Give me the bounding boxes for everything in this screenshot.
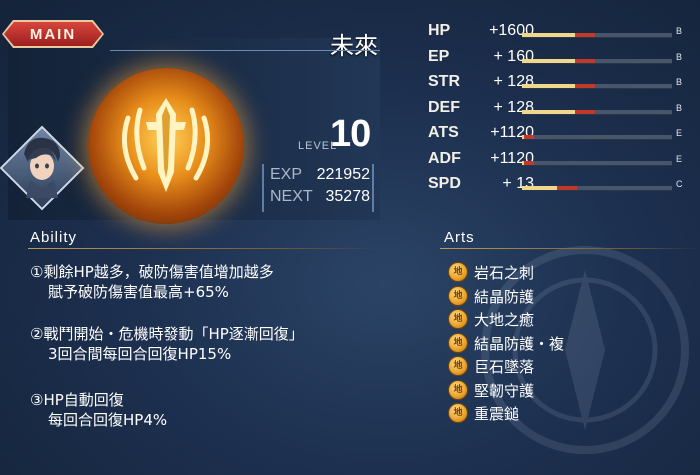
art-item[interactable]: 地岩石之刺 [448, 260, 608, 282]
stat-bar-bonus [575, 109, 595, 114]
stat-grade: B [676, 26, 683, 36]
stat-bar-bonus [575, 33, 595, 37]
ability-detail: 賦予破防傷害值最高+65% [48, 283, 229, 301]
stat-name: STR [428, 73, 460, 90]
stat-name: HP [428, 22, 451, 39]
art-name: 大地之癒 [474, 311, 535, 329]
stat-grade: B [676, 51, 683, 62]
stat-row-ats: ATS +1120 E [422, 122, 694, 146]
next-label: NEXT [270, 188, 313, 205]
stat-bar [522, 109, 672, 115]
ability-item: ①剩餘HP越多，破防傷害值增加越多 賦予破防傷害值最高+65% [30, 262, 410, 302]
stat-grade: B [676, 77, 683, 87]
avatar-portrait [24, 137, 60, 198]
arts-divider [440, 248, 700, 249]
art-item[interactable]: 地巨石墜落 [448, 354, 608, 376]
stat-name: ADF [428, 149, 461, 167]
ability-line: ①剩餘HP越多，破防傷害值增加越多 [30, 263, 274, 281]
next-value: 35278 [325, 188, 371, 205]
stat-bar-bonus [524, 135, 534, 139]
arts-heading: Arts [444, 229, 475, 246]
exp-label: EXP [270, 166, 303, 183]
stat-bar-fill [522, 186, 557, 190]
stat-bar-fill [522, 109, 575, 114]
stat-row-ep: EP + 160 B [422, 46, 694, 70]
exp-value: 221952 [316, 166, 370, 183]
stat-bar-bonus [524, 160, 534, 165]
stat-row-str: STR + 128 B [422, 71, 694, 95]
art-name: 結晶防護・複 [474, 334, 565, 353]
earth-element-icon: 地 [448, 309, 468, 329]
stat-bar [522, 186, 672, 191]
earth-element-icon: 地 [448, 285, 468, 306]
stat-name: ATS [428, 124, 459, 141]
art-item[interactable]: 地重震鎚 [448, 401, 608, 423]
stat-name: DEF [428, 98, 460, 116]
ability-divider [28, 248, 383, 249]
stat-row-spd: SPD + 13 C [422, 173, 694, 197]
name-divider [110, 50, 380, 51]
exp-box: EXP 221952 NEXT 35278 [262, 164, 374, 212]
stat-bar [522, 33, 672, 38]
stat-row-def: DEF + 128 B [422, 97, 694, 121]
stat-bar [522, 160, 672, 166]
stat-row-adf: ADF +1120 E [422, 148, 694, 172]
earth-element-icon: 地 [448, 403, 468, 423]
earth-element-icon: 地 [448, 379, 468, 400]
stat-grade: B [676, 102, 683, 113]
stat-bar-fill [522, 58, 575, 63]
stat-bar [522, 58, 672, 64]
ability-detail: 3回合間每回合回復HP15% [48, 345, 232, 363]
ability-item: ②戰鬥開始・危機時發動「HP逐漸回復」 3回合間每回合回復HP15% [30, 324, 410, 364]
stats-list: HP +1600 B EP + 160 B STR + 128 B DEF + 128 B ATS +11… [422, 20, 694, 204]
ability-line: ②戰鬥開始・危機時發動「HP逐漸回復」 [30, 325, 304, 343]
stat-name: SPD [428, 175, 461, 192]
art-item[interactable]: 地結晶防護・複 [448, 331, 608, 353]
earth-element-icon: 地 [448, 356, 468, 376]
stat-bar [522, 84, 672, 89]
art-name: 結晶防護 [474, 287, 535, 306]
main-tab[interactable]: MAIN [4, 22, 102, 46]
sword-emblem-icon [121, 98, 211, 192]
ability-item: ③HP自動回復 每回合回復HP4% [30, 390, 410, 430]
stat-grade: E [676, 153, 683, 164]
stat-bar-bonus [575, 58, 595, 63]
earth-element-icon: 地 [448, 332, 468, 353]
stat-bar-bonus [575, 84, 595, 88]
character-name: 未來 [330, 32, 378, 60]
stat-bar-fill [522, 84, 575, 88]
ability-detail: 每回合回復HP4% [48, 411, 168, 429]
art-item[interactable]: 地堅韌守護 [448, 378, 608, 400]
earth-element-icon: 地 [448, 262, 468, 282]
art-item[interactable]: 地結晶防護 [448, 284, 608, 306]
stat-grade: C [676, 179, 683, 189]
ability-heading: Ability [30, 229, 78, 246]
stat-bar-fill [522, 33, 575, 37]
stat-row-hp: HP +1600 B [422, 20, 694, 44]
art-name: 堅韌守護 [474, 381, 535, 400]
art-item[interactable]: 地大地之癒 [448, 307, 608, 329]
ability-line: ③HP自動回復 [30, 391, 124, 409]
stat-bar [522, 135, 672, 140]
level-value: 10 [330, 113, 371, 155]
art-name: 巨石墜落 [474, 358, 535, 376]
stat-bar-bonus [557, 186, 577, 190]
stat-name: EP [428, 47, 450, 65]
master-quartz-orb [88, 68, 244, 224]
art-name: 岩石之刺 [474, 264, 535, 282]
art-name: 重震鎚 [474, 405, 520, 423]
stat-grade: E [676, 128, 683, 138]
